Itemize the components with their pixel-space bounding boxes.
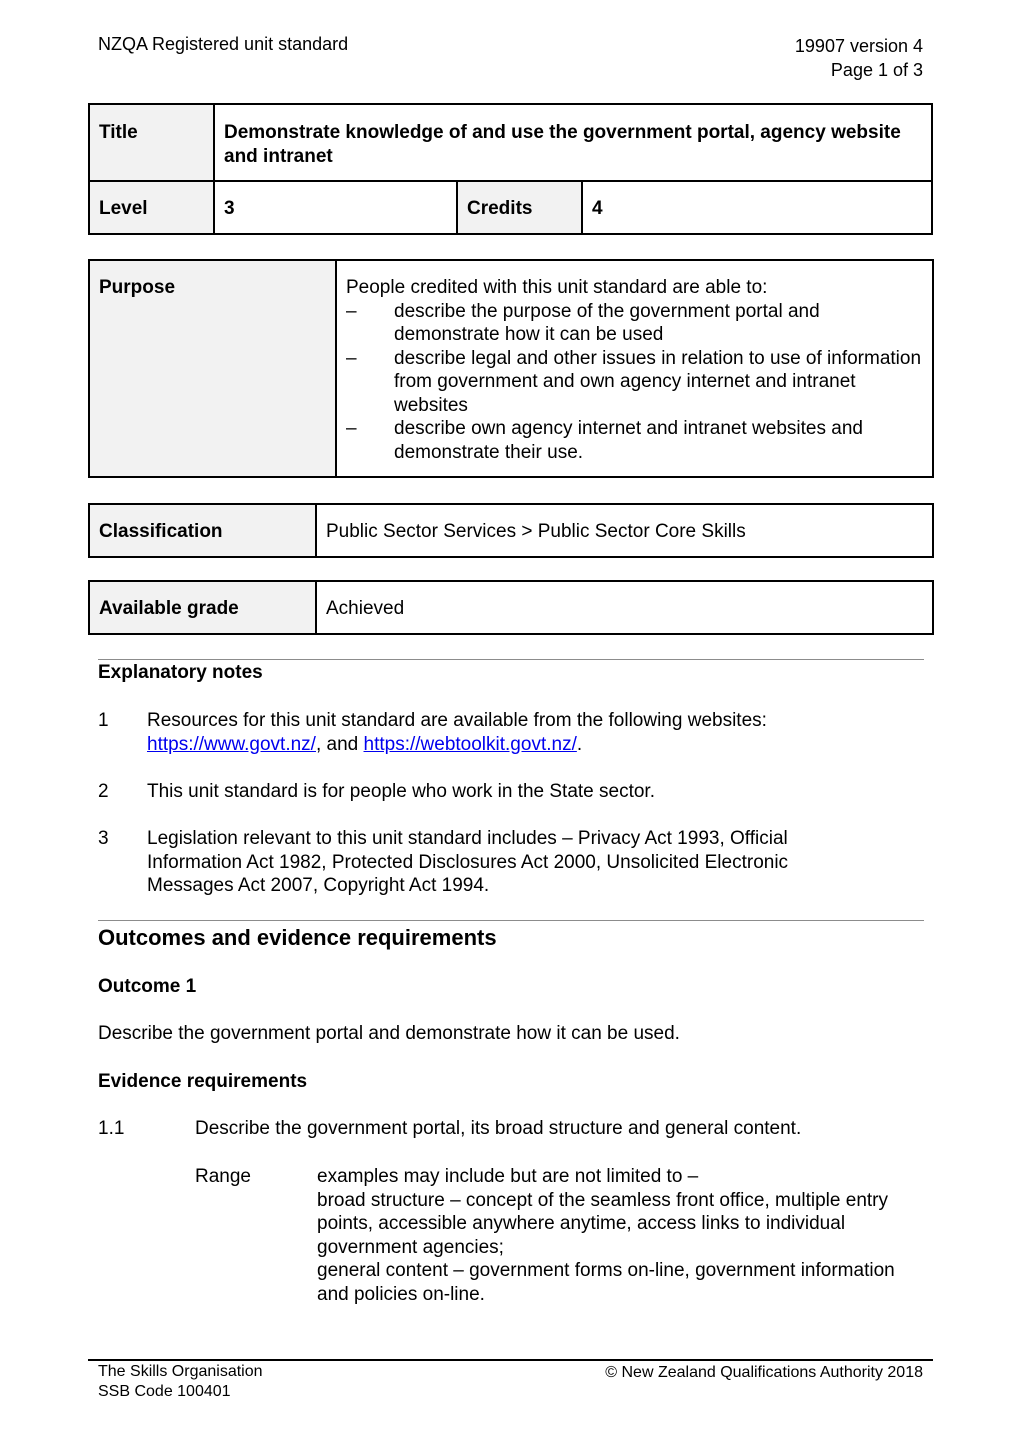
evidence-number: 1.1 <box>98 1118 125 1139</box>
footer-left: The Skills Organisation SSB Code 100401 <box>98 1362 263 1402</box>
outcomes-heading: Outcomes and evidence requirements <box>98 925 497 950</box>
grade-table: Available grade Achieved <box>88 580 934 635</box>
grade-value: Achieved <box>315 580 934 635</box>
copyright-icon: © <box>605 1364 618 1381</box>
organisation-name: The Skills Organisation <box>98 1363 263 1380</box>
purpose-intro: People credited with this unit standard … <box>346 277 768 298</box>
outcome-1-heading: Outcome 1 <box>98 976 197 997</box>
level-value: 3 <box>213 180 458 235</box>
classification-table: Classification Public Sector Services > … <box>88 503 934 558</box>
evidence-text: Describe the government portal, its broa… <box>195 1118 802 1139</box>
title-label: Title <box>88 103 215 182</box>
purpose-list: – describe the purpose of the government … <box>346 300 923 465</box>
header-document-type: NZQA Registered unit standard <box>98 34 349 54</box>
range-block: Range examples may include but are not l… <box>195 1165 907 1306</box>
note-3: 3 Legislation relevant to this unit stan… <box>98 828 789 896</box>
evidence-item-1-1: 1.1 Describe the government portal, its … <box>98 1118 801 1140</box>
level-label: Level <box>88 180 215 235</box>
credits-label: Credits <box>456 180 583 235</box>
credits-value: 4 <box>581 180 933 235</box>
section-divider <box>98 920 924 921</box>
dash-bullet: – <box>346 347 357 369</box>
classification-value: Public Sector Services > Public Sector C… <box>315 503 934 558</box>
section-divider <box>98 659 924 660</box>
classification-label: Classification <box>88 503 317 558</box>
ssb-code: SSB Code 100401 <box>98 1383 231 1400</box>
footer-copyright: © New Zealand Qualifications Authority 2… <box>605 1364 923 1381</box>
note-1: 1 Resources for this unit standard are a… <box>98 710 767 755</box>
govt-nz-link[interactable]: https://www.govt.nz/ <box>147 734 316 755</box>
footer-divider <box>88 1359 933 1361</box>
range-text: examples may include but are not limited… <box>317 1166 895 1305</box>
purpose-item: – describe legal and other issues in rela… <box>346 347 922 416</box>
outcome-1-description: Describe the government portal and demon… <box>98 1023 680 1044</box>
webtoolkit-link[interactable]: https://webtoolkit.govt.nz/ <box>364 734 577 755</box>
evidence-requirements-heading: Evidence requirements <box>98 1071 308 1092</box>
dash-bullet: – <box>346 300 357 322</box>
summary-table: Title Demonstrate knowledge of and use t… <box>88 103 933 235</box>
title-value: Demonstrate knowledge of and use the gov… <box>213 103 933 182</box>
explanatory-notes-heading: Explanatory notes <box>98 662 263 683</box>
range-label: Range <box>195 1166 251 1187</box>
note-number: 3 <box>98 828 109 849</box>
purpose-table: Purpose People credited with this unit s… <box>88 259 934 478</box>
version-label: 19907 version 4 <box>794 36 923 56</box>
dash-bullet: – <box>346 418 357 439</box>
grade-label: Available grade <box>88 580 317 635</box>
purpose-item: – describe own agency internet and intran… <box>346 418 863 463</box>
note-number: 2 <box>98 781 109 802</box>
header-version-page: 19907 version 4 Page 1 of 3 <box>795 34 923 82</box>
purpose-label: Purpose <box>88 259 337 478</box>
purpose-item: – describe the purpose of the government … <box>346 300 820 346</box>
note-2: 2 This unit standard is for people who w… <box>98 781 655 802</box>
page-number: Page 1 of 3 <box>830 60 923 80</box>
note-number: 1 <box>98 710 109 731</box>
purpose-value: People credited with this unit standard … <box>335 259 934 478</box>
